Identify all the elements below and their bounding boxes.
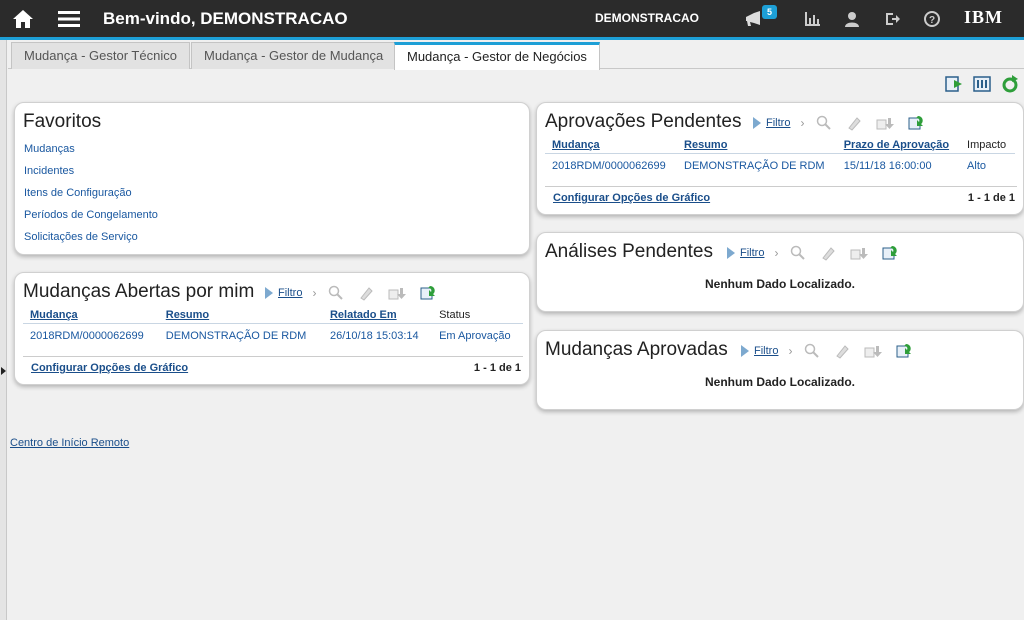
- empty-message: Nenhum Dado Localizado.: [704, 375, 855, 389]
- empty-message: Nenhum Dado Localizado.: [704, 277, 855, 291]
- open-changes-title: Mudanças Abertas por mim: [23, 281, 255, 302]
- column-header-status: Status: [432, 307, 523, 324]
- top-bar: Bem-vindo, DEMONSTRACAO DEMONSTRACAO 5 ?…: [0, 0, 1024, 37]
- favorite-link-incidentes[interactable]: Incidentes: [24, 165, 74, 177]
- clear-filter-icon[interactable]: [820, 245, 836, 261]
- column-header-relatado-em[interactable]: Relatado Em: [322, 307, 433, 324]
- favorites-portlet: Favoritos Mudanças Incidentes Itens de C…: [14, 102, 530, 255]
- pending-reviews-portlet: Análises Pendentes Filtro › Nenhum Dado …: [536, 232, 1024, 312]
- filter-arrow-icon[interactable]: [753, 117, 761, 129]
- table-row[interactable]: 2018RDM/0000062699 DEMONSTRAÇÃO DE RDM 1…: [545, 154, 1015, 179]
- refresh-icon[interactable]: [908, 114, 926, 132]
- table-header-row: Mudança Resumo Prazo de Aprovação Impact…: [545, 137, 1015, 154]
- help-icon[interactable]: ?: [920, 0, 944, 37]
- logout-icon[interactable]: [880, 0, 904, 37]
- layout-settings-icon[interactable]: [972, 74, 992, 94]
- configure-chart-link[interactable]: Configurar Opções de Gráfico: [31, 362, 188, 374]
- pending-approvals-portlet: Aprovações Pendentes Filtro › Mudança Re…: [536, 102, 1024, 215]
- pending-reviews-toolbar: Filtro ›: [727, 243, 914, 263]
- cell-resumo[interactable]: DEMONSTRAÇÃO DE RDM: [677, 154, 837, 179]
- cell-prazo-aprovacao[interactable]: 15/11/18 16:00:00: [837, 154, 960, 179]
- favorite-link-solicitacoes-servico[interactable]: Solicitações de Serviço: [24, 231, 138, 243]
- user-icon[interactable]: [840, 0, 864, 37]
- cell-relatado-em[interactable]: 26/10/18 15:03:14: [323, 324, 432, 349]
- search-icon[interactable]: [816, 115, 832, 131]
- side-panel-toggle-strip[interactable]: [0, 40, 7, 620]
- refresh-page-icon[interactable]: [1000, 74, 1020, 94]
- download-icon[interactable]: [864, 343, 883, 359]
- pending-approvals-toolbar: Filtro ›: [753, 113, 940, 133]
- open-changes-footer: Configurar Opções de Gráfico 1 - 1 de 1: [23, 356, 523, 378]
- pending-approvals-title: Aprovações Pendentes: [545, 111, 742, 132]
- column-header-mudanca[interactable]: Mudança: [545, 137, 678, 154]
- search-icon[interactable]: [790, 245, 806, 261]
- refresh-icon[interactable]: [882, 244, 900, 262]
- favorite-link-itens-configuracao[interactable]: Itens de Configuração: [24, 187, 132, 199]
- clear-filter-icon[interactable]: [358, 285, 374, 301]
- open-changes-toolbar: Filtro ›: [265, 283, 452, 303]
- reports-icon[interactable]: [800, 0, 824, 37]
- download-icon[interactable]: [850, 245, 869, 261]
- cell-resumo[interactable]: DEMONSTRAÇÃO DE RDM: [159, 324, 323, 349]
- cell-mudanca[interactable]: 2018RDM/0000062699: [545, 154, 677, 179]
- search-icon[interactable]: [328, 285, 344, 301]
- refresh-icon[interactable]: [420, 284, 438, 302]
- download-icon[interactable]: [876, 115, 895, 131]
- approved-changes-title: Mudanças Aprovadas: [545, 339, 728, 360]
- column-header-impacto: Impacto: [960, 137, 1015, 154]
- filter-link[interactable]: Filtro: [278, 287, 302, 299]
- column-header-mudanca[interactable]: Mudança: [23, 307, 159, 324]
- approved-changes-toolbar: Filtro ›: [741, 341, 928, 361]
- add-portlet-icon[interactable]: [944, 74, 964, 94]
- filter-link[interactable]: Filtro: [754, 345, 778, 357]
- table-row[interactable]: 2018RDM/0000062699 DEMONSTRAÇÃO DE RDM 2…: [23, 324, 523, 349]
- pager-label: 1 - 1 de 1: [473, 362, 521, 374]
- download-icon[interactable]: [388, 285, 407, 301]
- approved-changes-portlet: Mudanças Aprovadas Filtro › Nenhum Dado …: [536, 330, 1024, 410]
- expand-arrow-icon[interactable]: [1, 367, 6, 375]
- clear-filter-icon[interactable]: [834, 343, 850, 359]
- filter-arrow-icon[interactable]: [741, 345, 749, 357]
- menu-icon[interactable]: [54, 0, 84, 37]
- search-icon[interactable]: [804, 343, 820, 359]
- welcome-title: Bem-vindo, DEMONSTRACAO: [103, 9, 348, 28]
- ibm-logo: IBM: [964, 7, 1003, 27]
- filter-link[interactable]: Filtro: [740, 247, 764, 259]
- open-changes-table: Mudança Resumo Relatado Em Status 2018RD…: [23, 307, 523, 348]
- tab-gestor-mudanca[interactable]: Mudança - Gestor de Mudança: [191, 42, 397, 69]
- table-header-row: Mudança Resumo Relatado Em Status: [23, 307, 523, 324]
- pending-reviews-title: Análises Pendentes: [545, 241, 713, 262]
- open-changes-portlet: Mudanças Abertas por mim Filtro › Mudanç…: [14, 272, 530, 385]
- notification-badge[interactable]: 5: [762, 5, 777, 19]
- tab-gestor-negocios[interactable]: Mudança - Gestor de Negócios: [394, 42, 600, 70]
- filter-arrow-icon[interactable]: [265, 287, 273, 299]
- username-label[interactable]: DEMONSTRACAO: [595, 0, 699, 37]
- favorite-link-periodos-congelamento[interactable]: Períodos de Congelamento: [24, 209, 158, 221]
- remote-start-center-link[interactable]: Centro de Início Remoto: [10, 437, 129, 449]
- column-header-resumo[interactable]: Resumo: [158, 307, 323, 324]
- chevron-right-icon[interactable]: ›: [312, 286, 316, 300]
- configure-chart-link[interactable]: Configurar Opções de Gráfico: [553, 192, 710, 204]
- refresh-icon[interactable]: [896, 342, 914, 360]
- favorite-link-mudancas[interactable]: Mudanças: [24, 143, 75, 155]
- column-header-resumo[interactable]: Resumo: [677, 137, 837, 154]
- cell-status[interactable]: Em Aprovação: [432, 324, 523, 349]
- svg-text:?: ?: [929, 15, 935, 26]
- cell-impacto[interactable]: Alto: [960, 154, 1015, 179]
- cell-mudanca[interactable]: 2018RDM/0000062699: [23, 324, 159, 349]
- favorites-title: Favoritos: [23, 111, 102, 132]
- chevron-right-icon[interactable]: ›: [788, 344, 792, 358]
- filter-link[interactable]: Filtro: [766, 117, 790, 129]
- column-header-prazo-aprovacao[interactable]: Prazo de Aprovação: [836, 137, 961, 154]
- clear-filter-icon[interactable]: [846, 115, 862, 131]
- pager-label: 1 - 1 de 1: [967, 192, 1015, 204]
- tab-bar: Mudança - Gestor Técnico Mudança - Gesto…: [8, 40, 1024, 70]
- tab-gestor-tecnico[interactable]: Mudança - Gestor Técnico: [11, 42, 190, 69]
- pending-approvals-footer: Configurar Opções de Gráfico 1 - 1 de 1: [545, 186, 1017, 208]
- filter-arrow-icon[interactable]: [727, 247, 735, 259]
- home-icon[interactable]: [8, 0, 38, 37]
- pending-approvals-table: Mudança Resumo Prazo de Aprovação Impact…: [545, 137, 1015, 178]
- chevron-right-icon[interactable]: ›: [800, 116, 804, 130]
- chevron-right-icon[interactable]: ›: [774, 246, 778, 260]
